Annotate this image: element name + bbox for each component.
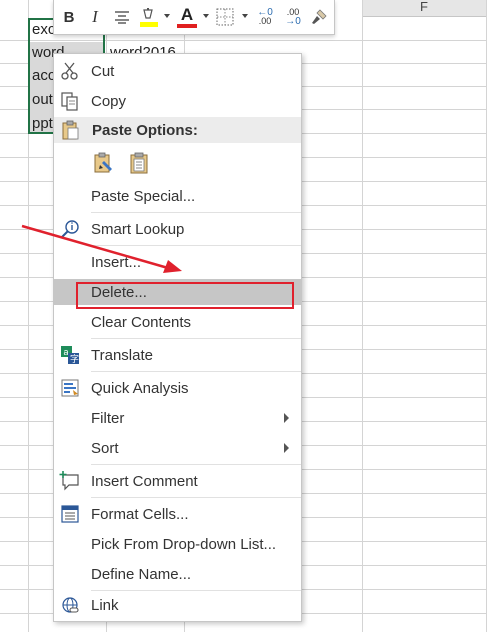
annotation-arrow-icon xyxy=(21,224,182,273)
